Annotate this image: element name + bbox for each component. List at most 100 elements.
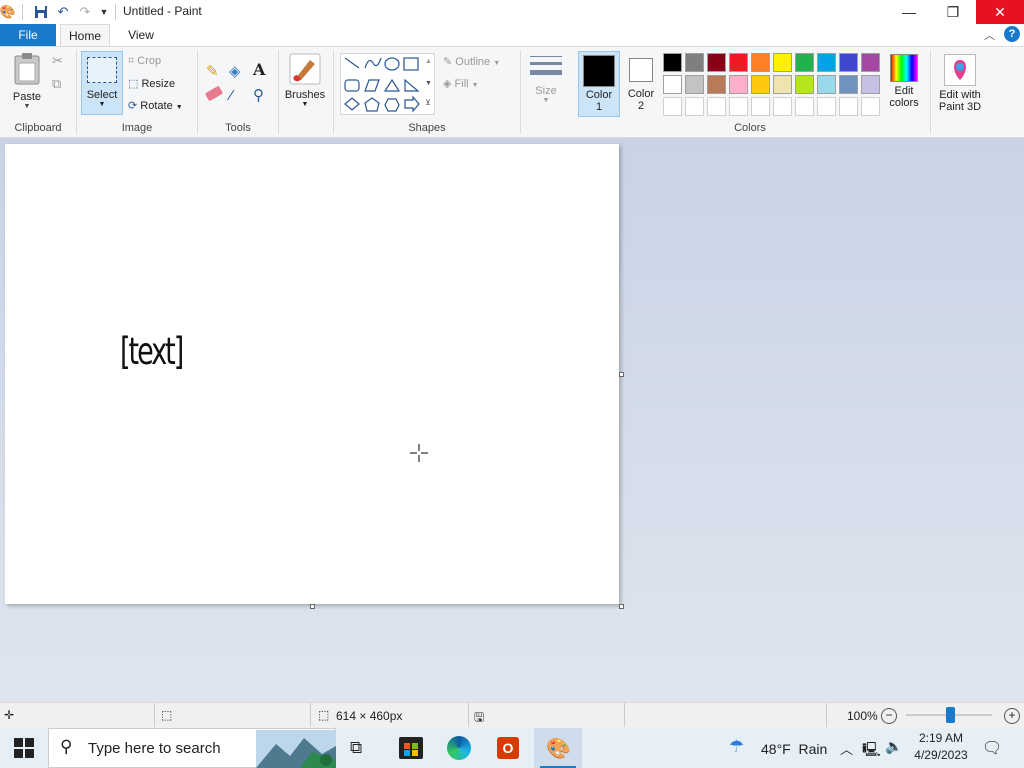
- clipboard-icon: [14, 53, 40, 85]
- fill-bucket-icon[interactable]: ◈: [229, 62, 241, 80]
- outline-icon: ✎: [443, 56, 453, 68]
- task-view-icon[interactable]: ⧉: [350, 738, 362, 758]
- file-size-icon: 🖫: [474, 710, 485, 724]
- expand-gallery-icon[interactable]: ⊻: [425, 98, 431, 107]
- color-swatch[interactable]: [729, 75, 748, 94]
- paint-taskbar-button[interactable]: 🎨: [534, 728, 582, 768]
- tab-file[interactable]: File: [0, 24, 56, 46]
- scroll-down-icon[interactable]: ▼: [425, 80, 432, 87]
- shapes-gallery[interactable]: [340, 53, 435, 115]
- color-swatch[interactable]: [663, 75, 682, 94]
- color-swatch[interactable]: [817, 53, 836, 72]
- resize-handle-right[interactable]: [619, 372, 624, 377]
- undo-icon[interactable]: ↶: [55, 4, 71, 20]
- color-swatch[interactable]: [795, 53, 814, 72]
- color2-button[interactable]: Color 2: [622, 51, 660, 117]
- collapse-ribbon-icon[interactable]: ︿: [984, 27, 995, 43]
- divider: [520, 50, 521, 134]
- color-swatch[interactable]: [839, 53, 858, 72]
- custom-color-slot[interactable]: [685, 97, 704, 116]
- brushes-button[interactable]: Brushes ▼: [284, 52, 326, 114]
- magnifier-icon[interactable]: ⚲: [253, 86, 264, 104]
- resize-label: Resize: [141, 78, 176, 90]
- drawing-canvas[interactable]: [5, 144, 619, 604]
- clock[interactable]: 2:19 AM 4/29/2023: [906, 731, 976, 762]
- color-swatch[interactable]: [707, 53, 726, 72]
- microsoft-store-icon[interactable]: [399, 737, 423, 759]
- line-width-icon: [530, 56, 562, 75]
- color-swatch[interactable]: [685, 75, 704, 94]
- cut-icon[interactable]: ✂: [52, 53, 63, 69]
- network-icon[interactable]: 🖳: [862, 739, 881, 763]
- outline-button[interactable]: ✎ Outline ▼: [443, 55, 500, 68]
- color-swatch[interactable]: [751, 53, 770, 72]
- custom-color-slot[interactable]: [707, 97, 726, 116]
- color-swatch[interactable]: [861, 75, 880, 94]
- save-icon[interactable]: [33, 4, 49, 20]
- scroll-up-icon[interactable]: ▲: [425, 58, 432, 65]
- volume-icon[interactable]: 🔈: [885, 738, 902, 755]
- text-tool-icon[interactable]: A: [253, 60, 265, 79]
- crop-button[interactable]: ⌗ Crop: [128, 55, 161, 68]
- weather-text[interactable]: 48°F Rain: [761, 741, 827, 757]
- zoom-slider-thumb[interactable]: [946, 707, 955, 723]
- tab-home[interactable]: Home: [60, 24, 110, 47]
- show-hidden-icons-icon[interactable]: ︿: [840, 739, 853, 758]
- select-button[interactable]: Select ▼: [81, 51, 123, 115]
- custom-color-slot[interactable]: [795, 97, 814, 116]
- custom-color-slot[interactable]: [773, 97, 792, 116]
- close-button[interactable]: ✕: [976, 0, 1024, 24]
- minimize-button[interactable]: —: [886, 0, 932, 24]
- color-swatch[interactable]: [773, 75, 792, 94]
- paste-button[interactable]: Paste ▼: [8, 52, 46, 112]
- office-icon[interactable]: O: [497, 737, 519, 759]
- color-swatch[interactable]: [707, 75, 726, 94]
- color1-number: 1: [595, 101, 603, 113]
- fill-button[interactable]: ◈ Fill ▼: [443, 77, 479, 90]
- color-spectrum-icon: [890, 54, 918, 82]
- edit-with-paint3d-button[interactable]: Edit with Paint 3D: [934, 52, 986, 116]
- pencil-icon[interactable]: ✎: [206, 62, 219, 80]
- date: 4/29/2023: [914, 748, 968, 762]
- custom-color-slot[interactable]: [839, 97, 858, 116]
- customize-quick-access-icon[interactable]: ▼: [96, 4, 112, 20]
- edit-colors-button[interactable]: Edit colors: [884, 52, 924, 116]
- custom-color-slot[interactable]: [861, 97, 880, 116]
- color-picker-icon[interactable]: ⁄: [230, 87, 233, 104]
- color-swatch[interactable]: [751, 75, 770, 94]
- help-icon[interactable]: ?: [1004, 26, 1020, 42]
- redo-icon[interactable]: ↷: [77, 4, 93, 20]
- color-swatch[interactable]: [839, 75, 858, 94]
- weather-rain-icon[interactable]: ☂: [729, 737, 744, 757]
- color-swatch[interactable]: [663, 53, 682, 72]
- color2-number: 2: [637, 100, 645, 112]
- custom-color-slot[interactable]: [729, 97, 748, 116]
- copy-icon[interactable]: ⧉: [52, 76, 61, 92]
- size-button[interactable]: Size ▼: [526, 52, 566, 114]
- start-button[interactable]: [14, 738, 34, 758]
- color1-button[interactable]: Color 1: [578, 51, 620, 117]
- search-placeholder: Type here to search: [88, 740, 221, 757]
- zoom-in-button[interactable]: +: [1004, 708, 1020, 724]
- resize-handle-bottom[interactable]: [310, 604, 315, 609]
- resize-button[interactable]: ⬚ Resize: [128, 77, 175, 90]
- color-swatch[interactable]: [729, 53, 748, 72]
- zoom-out-button[interactable]: −: [881, 708, 897, 724]
- custom-color-slot[interactable]: [817, 97, 836, 116]
- edge-browser-icon[interactable]: [447, 736, 471, 760]
- notifications-icon[interactable]: 🗨: [982, 738, 1002, 758]
- resize-handle-corner[interactable]: [619, 604, 624, 609]
- paint3d-label: Edit with Paint 3D: [938, 89, 982, 113]
- custom-color-slot[interactable]: [663, 97, 682, 116]
- color-swatch[interactable]: [795, 75, 814, 94]
- color-swatch[interactable]: [817, 75, 836, 94]
- color-swatch[interactable]: [773, 53, 792, 72]
- paint-app-icon[interactable]: 🎨: [0, 4, 16, 20]
- color-swatch[interactable]: [861, 53, 880, 72]
- tab-view[interactable]: View: [118, 24, 164, 46]
- custom-color-slot[interactable]: [751, 97, 770, 116]
- restore-button[interactable]: ❐: [930, 0, 976, 24]
- color-swatch[interactable]: [685, 53, 704, 72]
- rotate-button[interactable]: ⟳ Rotate ▼: [128, 99, 183, 112]
- tools-group-label: Tools: [225, 122, 251, 134]
